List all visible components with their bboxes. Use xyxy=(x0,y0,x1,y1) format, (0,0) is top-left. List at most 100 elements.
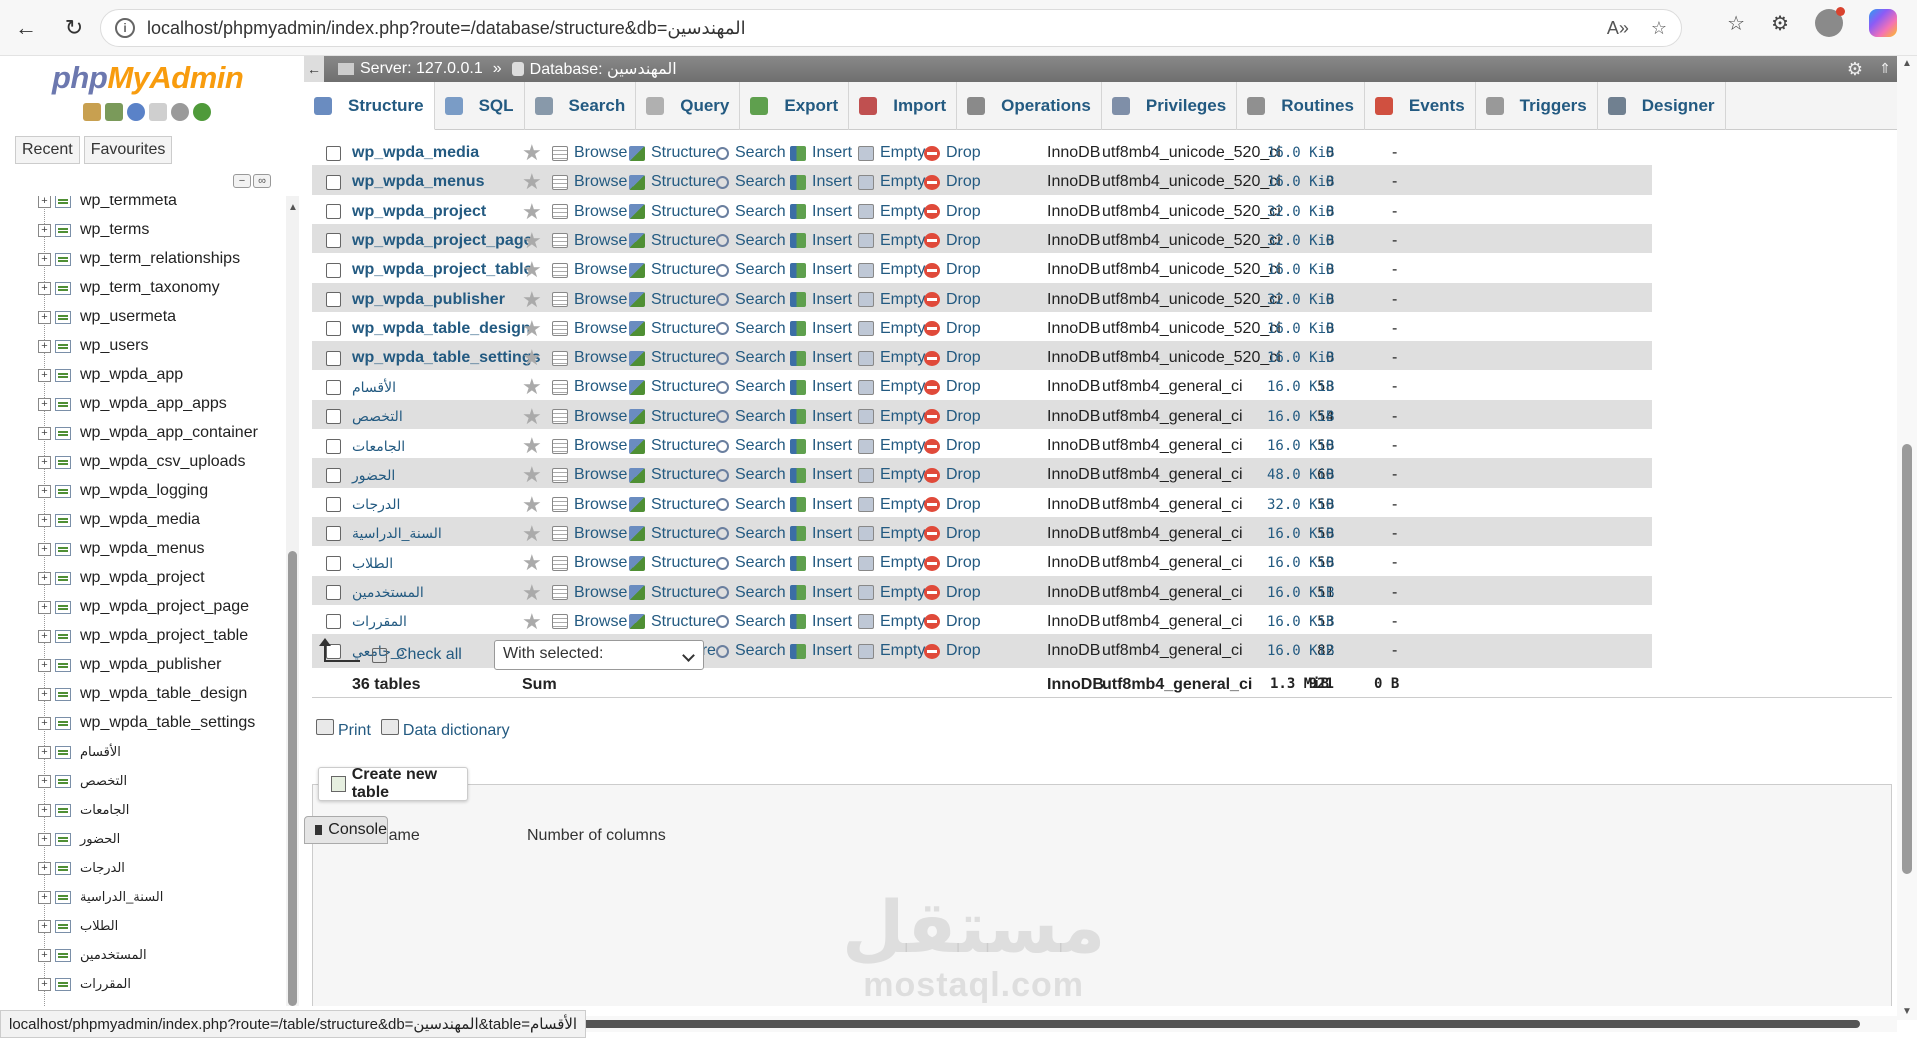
empty-link[interactable]: Empty xyxy=(858,525,925,543)
search-link[interactable]: Search xyxy=(716,584,786,602)
drop-link[interactable]: Drop xyxy=(924,408,981,426)
tab-designer[interactable]: Designer xyxy=(1598,82,1726,130)
table-name-link[interactable]: الدرجات xyxy=(352,496,400,513)
table-name-link[interactable]: الأقسام xyxy=(352,379,396,396)
search-link[interactable]: Search xyxy=(716,525,786,543)
insert-link[interactable]: Insert xyxy=(790,496,852,514)
browse-link[interactable]: Browse xyxy=(552,613,627,631)
table-name-link[interactable]: الجامعات xyxy=(352,438,405,455)
row-checkbox[interactable] xyxy=(326,379,341,395)
row-checkbox[interactable] xyxy=(326,321,341,337)
empty-link[interactable]: Empty xyxy=(858,437,925,455)
insert-link[interactable]: Insert xyxy=(790,437,852,455)
empty-link[interactable]: Empty xyxy=(858,203,925,221)
drop-link[interactable]: Drop xyxy=(924,584,981,602)
tree-item[interactable]: + wp_usermeta xyxy=(38,306,176,328)
search-link[interactable]: Search xyxy=(716,554,786,572)
empty-link[interactable]: Empty xyxy=(858,613,925,631)
table-size[interactable]: 16.0 KiB xyxy=(1267,145,1334,161)
empty-link[interactable]: Empty xyxy=(858,320,925,338)
row-checkbox[interactable] xyxy=(326,585,341,600)
address-bar[interactable]: i localhost/phpmyadmin/index.php?route=/… xyxy=(100,9,1682,47)
page-scroll-thumb[interactable] xyxy=(1902,444,1912,874)
drop-link[interactable]: Drop xyxy=(924,320,981,338)
table-size[interactable]: 16.0 KiB xyxy=(1267,262,1334,278)
expand-icon[interactable]: + xyxy=(38,803,51,817)
row-checkbox[interactable] xyxy=(326,438,341,454)
search-link[interactable]: Search xyxy=(716,466,786,484)
tab-routines[interactable]: Routines xyxy=(1237,82,1365,130)
browse-link[interactable]: Browse xyxy=(552,291,627,309)
empty-link[interactable]: Empty xyxy=(858,261,925,279)
expand-icon[interactable]: + xyxy=(38,890,51,904)
expand-icon[interactable]: + xyxy=(38,832,51,846)
browse-link[interactable]: Browse xyxy=(552,496,627,514)
tree-item[interactable]: + wp_terms xyxy=(38,219,149,241)
expand-icon[interactable]: + xyxy=(38,629,51,643)
page-scrollbar[interactable]: ▲ ▼ xyxy=(1897,56,1917,1020)
structure-link[interactable]: Structure xyxy=(629,466,716,484)
tree-item[interactable]: + wp_wpda_project xyxy=(38,567,205,589)
empty-link[interactable]: Empty xyxy=(858,408,925,426)
tab-search[interactable]: Search xyxy=(525,82,637,130)
expand-icon[interactable]: + xyxy=(38,716,51,730)
tree-item[interactable]: + الطلاب xyxy=(38,915,118,937)
favorite-star-icon[interactable]: ★ xyxy=(522,522,542,545)
print-link[interactable]: Print xyxy=(316,719,371,740)
browse-link[interactable]: Browse xyxy=(552,349,627,367)
table-size[interactable]: 16.0 KiB xyxy=(1267,585,1334,601)
expand-icon[interactable]: + xyxy=(38,397,51,411)
favorite-star-icon[interactable]: ★ xyxy=(522,347,542,369)
search-link[interactable]: Search xyxy=(716,320,786,338)
insert-link[interactable]: Insert xyxy=(790,320,852,338)
structure-link[interactable]: Structure xyxy=(629,291,716,309)
drop-link[interactable]: Drop xyxy=(924,496,981,514)
favorite-star-icon[interactable]: ★ xyxy=(522,435,542,457)
insert-link[interactable]: Insert xyxy=(790,378,852,396)
row-checkbox[interactable] xyxy=(326,350,341,366)
empty-link[interactable]: Empty xyxy=(858,173,925,191)
structure-link[interactable]: Structure xyxy=(629,496,716,514)
row-checkbox[interactable] xyxy=(326,262,341,278)
expand-icon[interactable]: + xyxy=(38,774,51,788)
insert-link[interactable]: Insert xyxy=(790,203,852,221)
expand-icon[interactable]: + xyxy=(38,861,51,875)
search-link[interactable]: Search xyxy=(716,261,786,279)
browse-link[interactable]: Browse xyxy=(552,378,627,396)
expand-icon[interactable]: + xyxy=(38,196,51,208)
tree-item[interactable]: + wp_termmeta xyxy=(38,196,177,212)
table-size[interactable]: 32.0 KiB xyxy=(1267,292,1334,308)
favorite-star-icon[interactable]: ★ xyxy=(522,288,542,311)
collapse-all-icon[interactable]: − xyxy=(233,174,251,188)
breadcrumb-server[interactable]: Server: 127.0.0.1 xyxy=(360,60,483,78)
sql-docs-icon[interactable] xyxy=(149,103,167,121)
table-name-link[interactable]: wp_wpda_project_page xyxy=(352,232,533,250)
table-size[interactable]: 32.0 KiB xyxy=(1267,497,1334,513)
drop-link[interactable]: Drop xyxy=(924,642,981,660)
expand-icon[interactable]: + xyxy=(38,571,51,585)
expand-icon[interactable]: + xyxy=(38,455,51,469)
empty-link[interactable]: Empty xyxy=(858,291,925,309)
expand-icon[interactable]: + xyxy=(38,600,51,614)
expand-icon[interactable]: + xyxy=(38,223,51,237)
read-aloud-icon[interactable]: A» xyxy=(1607,18,1629,39)
drop-link[interactable]: Drop xyxy=(924,203,981,221)
tab-privileges[interactable]: Privileges xyxy=(1102,82,1238,130)
tree-item[interactable]: + wp_wpda_project_page xyxy=(38,596,249,618)
structure-link[interactable]: Structure xyxy=(629,584,716,602)
drop-link[interactable]: Drop xyxy=(924,232,981,250)
copilot-icon[interactable] xyxy=(1869,9,1897,37)
expand-icon[interactable]: + xyxy=(38,919,51,933)
tree-item[interactable]: + التخصص xyxy=(38,770,127,792)
expand-icon[interactable]: + xyxy=(38,252,51,266)
row-checkbox[interactable] xyxy=(326,204,341,220)
table-size[interactable]: 32.0 KiB xyxy=(1267,204,1334,220)
insert-link[interactable]: Insert xyxy=(790,613,852,631)
tree-item[interactable]: + wp_wpda_menus xyxy=(38,538,205,560)
table-size[interactable]: 16.0 KiB xyxy=(1267,643,1334,659)
tab-triggers[interactable]: Triggers xyxy=(1476,82,1598,130)
scroll-up-icon[interactable]: ▲ xyxy=(288,202,298,213)
expand-icon[interactable]: + xyxy=(38,484,51,498)
extensions-icon[interactable]: ⚙ xyxy=(1771,11,1789,36)
row-checkbox[interactable] xyxy=(326,292,341,307)
